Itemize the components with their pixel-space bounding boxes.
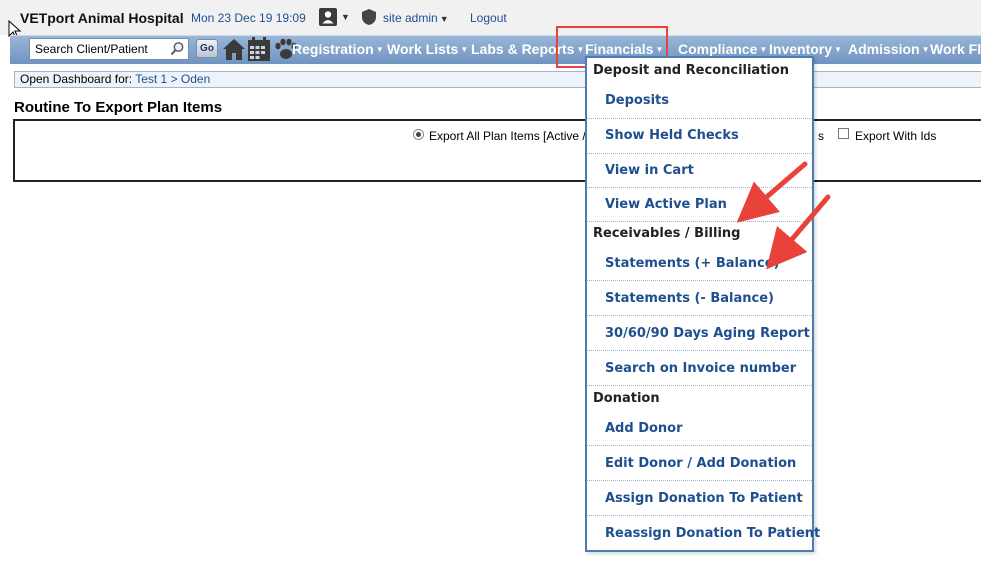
menu-registration[interactable]: Registration ▼	[292, 41, 384, 57]
menu-label: Work Flo	[930, 41, 981, 57]
divider	[587, 315, 812, 316]
export-all-label: Export All Plan Items [Active /	[429, 129, 586, 143]
divider	[587, 445, 812, 446]
menu-work-lists[interactable]: Work Lists ▼	[387, 41, 468, 57]
main-navbar: Go Registration▼ Work Lists▼ Labs & Repo…	[10, 35, 981, 64]
divider	[587, 385, 812, 386]
menu-label: Admission	[848, 41, 920, 57]
chevron-down-icon: ▼	[921, 45, 930, 54]
breadcrumb-prefix: Open Dashboard for:	[20, 72, 133, 86]
partially-hidden-text: s	[818, 129, 824, 143]
menu-item-reassign-donation[interactable]: Reassign Donation To Patient	[605, 526, 820, 541]
dropdown-section-header: Deposit and Reconciliation	[593, 63, 790, 78]
current-datetime: Mon 23 Dec 19 19:09	[191, 11, 306, 25]
search-box	[29, 38, 189, 60]
user-menu[interactable]: site admin ▼	[383, 11, 449, 25]
chevron-down-icon: ▼	[375, 45, 384, 54]
logout-link[interactable]: Logout	[470, 11, 507, 25]
chevron-down-icon: ▼	[759, 45, 768, 54]
menu-label: Work Lists	[387, 41, 459, 57]
menu-inventory[interactable]: Inventory ▼	[769, 41, 842, 57]
menu-compliance[interactable]: Compliance ▼	[678, 41, 767, 57]
breadcrumb: Open Dashboard for: Test 1 > Oden	[14, 71, 981, 88]
dropdown-section-header: Donation	[593, 391, 660, 406]
export-options-panel: Export All Plan Items [Active / s Export…	[13, 119, 981, 182]
menu-label: Inventory	[769, 41, 833, 57]
export-with-ids-checkbox[interactable]	[838, 128, 849, 139]
user-name: site admin	[383, 11, 438, 25]
page-title: Routine To Export Plan Items	[14, 99, 223, 116]
chevron-down-icon: ▼	[439, 14, 449, 24]
menu-item-add-donor[interactable]: Add Donor	[605, 421, 683, 436]
menu-item-aging-report[interactable]: 30/60/90 Days Aging Report	[605, 326, 810, 341]
go-button[interactable]: Go	[196, 39, 218, 58]
menu-item-assign-donation[interactable]: Assign Donation To Patient	[605, 491, 803, 506]
menu-item-show-held-checks[interactable]: Show Held Checks	[605, 128, 739, 143]
divider	[587, 280, 812, 281]
breadcrumb-separator: >	[170, 72, 178, 86]
menu-work-flow[interactable]: Work Flo	[930, 41, 981, 57]
search-input[interactable]	[30, 39, 170, 59]
divider	[587, 221, 812, 222]
menu-item-edit-donor[interactable]: Edit Donor / Add Donation	[605, 456, 796, 471]
menu-item-view-in-cart[interactable]: View in Cart	[605, 163, 694, 178]
divider	[587, 350, 812, 351]
divider	[587, 118, 812, 119]
menu-item-view-active-plan[interactable]: View Active Plan	[605, 197, 727, 212]
financials-dropdown: Deposit and Reconciliation Deposits Show…	[585, 56, 820, 552]
export-with-ids-label: Export With Ids	[855, 129, 937, 143]
divider	[587, 187, 812, 188]
breadcrumb-patient-link[interactable]: Oden	[181, 72, 210, 86]
divider	[587, 480, 812, 481]
menu-item-search-invoice[interactable]: Search on Invoice number	[605, 361, 796, 376]
menu-label: Registration	[292, 41, 374, 57]
menu-item-statements-plus[interactable]: Statements (+ Balance)	[605, 256, 779, 271]
divider	[587, 153, 812, 154]
user-menu-caret-icon[interactable]: ▼	[341, 12, 350, 22]
home-icon[interactable]	[222, 37, 246, 67]
user-icon[interactable]	[319, 8, 337, 31]
dropdown-section-header: Receivables / Billing	[593, 226, 741, 241]
shield-icon	[360, 8, 378, 31]
menu-label: Compliance	[678, 41, 758, 57]
breadcrumb-client-link[interactable]: Test 1	[135, 72, 167, 86]
divider	[587, 515, 812, 516]
menu-item-statements-minus[interactable]: Statements (- Balance)	[605, 291, 774, 306]
export-all-radio[interactable]	[413, 129, 424, 140]
menu-item-deposits[interactable]: Deposits	[605, 93, 669, 108]
menu-admission[interactable]: Admission ▼	[848, 41, 930, 57]
search-icon[interactable]	[170, 41, 185, 61]
chevron-down-icon: ▼	[460, 45, 469, 54]
chevron-down-icon: ▼	[834, 45, 842, 54]
top-header: VETport Animal Hospital Mon 23 Dec 19 19…	[0, 0, 981, 35]
hospital-name: VETport Animal Hospital	[20, 10, 184, 26]
calendar-icon[interactable]	[247, 37, 271, 67]
